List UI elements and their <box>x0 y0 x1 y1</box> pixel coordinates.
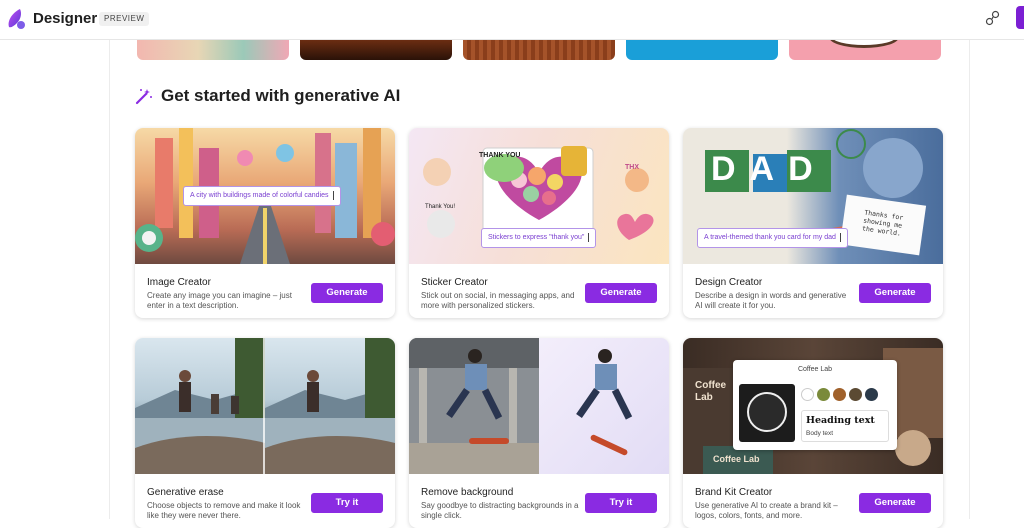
prompt-input: A city with buildings made of colorful c… <box>183 186 341 206</box>
thumbnail-knit[interactable] <box>463 40 615 60</box>
card-description: Create any image you can imagine – just … <box>147 291 292 310</box>
remove-background-image <box>409 338 669 474</box>
erase-art <box>135 338 395 474</box>
image-creator-card[interactable]: A city with buildings made of colorful c… <box>135 128 395 318</box>
skater-art <box>409 338 669 474</box>
plate-shape <box>829 40 899 48</box>
backdrop-logo-text: Coffee Lab <box>695 380 727 403</box>
thumbnail-pink[interactable] <box>789 40 941 60</box>
thumbnail-fireplace[interactable] <box>300 40 452 60</box>
generate-button[interactable]: Generate <box>859 493 931 513</box>
app-name[interactable]: Designer <box>33 10 97 27</box>
section-title: Get started with generative AI <box>161 86 401 105</box>
color-palette <box>801 388 889 404</box>
prompt-input: Stickers to express "thank you" <box>481 228 597 248</box>
card-title: Remove background <box>421 487 514 498</box>
brand-kit-creator-card[interactable]: Coffee Lab Coffee Lab Heading text Body … <box>683 338 943 528</box>
card-title: Brand Kit Creator <box>695 487 773 498</box>
preview-badge: PREVIEW <box>99 12 150 26</box>
magic-wand-icon <box>135 89 152 105</box>
backdrop-logo-text-bottom: Coffee Lab <box>713 454 760 464</box>
color-swatch <box>817 388 830 401</box>
thumbnail-blue[interactable] <box>626 40 778 60</box>
color-swatch <box>849 388 862 401</box>
erase-image <box>135 338 395 474</box>
color-swatch <box>801 388 814 401</box>
generate-button[interactable]: Generate <box>859 283 931 303</box>
dad-letters: DAD <box>711 150 827 188</box>
thumbnail-candy[interactable] <box>137 40 289 60</box>
try-it-button[interactable]: Try it <box>311 493 383 513</box>
logo-circle <box>747 392 787 432</box>
section-header: Get started with generative AI <box>135 86 400 106</box>
sticker-creator-card[interactable]: THANK YOU THX Thank You! Stickers to exp… <box>409 128 669 318</box>
prompt-input: A travel-themed thank you card for my da… <box>697 228 848 248</box>
sign-in-button[interactable] <box>1016 6 1024 29</box>
dad-card-image: DAD Thanks for showing me the world. A t… <box>683 128 943 264</box>
design-creator-card[interactable]: DAD Thanks for showing me the world. A t… <box>683 128 943 318</box>
card-title: Design Creator <box>695 277 763 288</box>
brand-logo-preview <box>739 384 795 442</box>
generate-button[interactable]: Generate <box>311 283 383 303</box>
color-swatch <box>865 388 878 401</box>
card-title: Image Creator <box>147 277 211 288</box>
candy-city-image: A city with buildings made of colorful c… <box>135 128 395 264</box>
try-it-button[interactable]: Try it <box>585 493 657 513</box>
card-title: Generative erase <box>147 487 224 498</box>
sticker-label-thank-you: THANK YOU <box>479 152 521 159</box>
brand-kit-image: Coffee Lab Coffee Lab Heading text Body … <box>683 338 943 474</box>
generative-erase-card[interactable]: Generative erase Choose objects to remov… <box>135 338 395 528</box>
brand-kit-popover: Coffee Lab Heading text Body text <box>733 360 897 450</box>
sticker-label-thank-you-small: Thank You! <box>425 204 456 210</box>
connections-icon[interactable] <box>985 10 1001 26</box>
designer-logo-icon[interactable] <box>6 7 28 31</box>
card-title: Sticker Creator <box>421 277 488 288</box>
brand-kit-name: Coffee Lab <box>797 366 833 373</box>
color-swatch <box>833 388 846 401</box>
card-description: Describe a design in words and generativ… <box>695 291 847 310</box>
card-description: Stick out on social, in messaging apps, … <box>421 291 575 310</box>
remove-background-card[interactable]: Remove background Say goodbye to distrac… <box>409 338 669 528</box>
stickers-image: THANK YOU THX Thank You! Stickers to exp… <box>409 128 669 264</box>
card-description: Say goodbye to distracting backgrounds i… <box>421 501 579 520</box>
top-bar: Designer PREVIEW <box>0 0 1024 40</box>
heading-text-sample: Heading text <box>806 415 875 426</box>
sticker-label-thx: THX <box>625 164 639 171</box>
card-description: Use generative AI to create a brand kit … <box>695 501 838 520</box>
type-preview: Heading text Body text <box>801 410 889 442</box>
generate-button[interactable]: Generate <box>585 283 657 303</box>
card-description: Choose objects to remove and make it loo… <box>147 501 301 520</box>
body-text-sample: Body text <box>806 430 834 437</box>
